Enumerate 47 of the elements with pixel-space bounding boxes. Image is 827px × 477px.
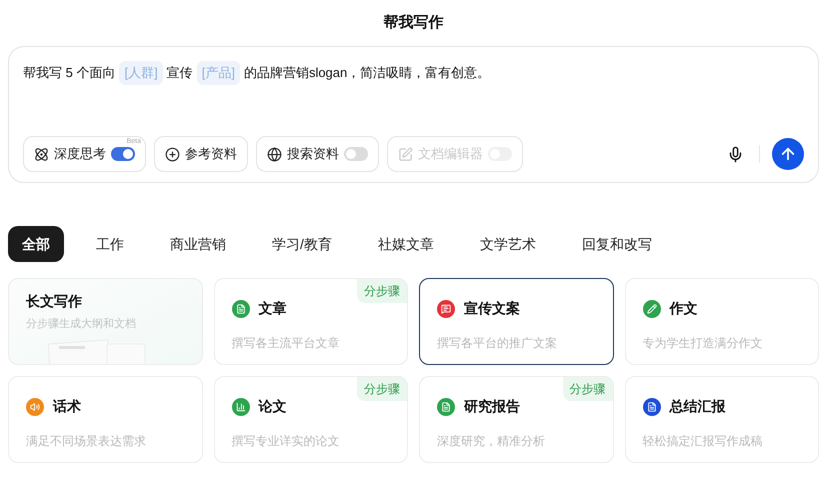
- feature-card[interactable]: 长文写作 分步骤生成大纲和文档: [8, 278, 202, 365]
- card-subtitle: 撰写专业详实的论文: [232, 433, 340, 450]
- plus-icon: [165, 146, 180, 162]
- card-subtitle: 深度研究，精准分析: [437, 433, 546, 450]
- toggle-switch[interactable]: [344, 147, 368, 161]
- card-title: 话术: [53, 397, 81, 416]
- toggle-switch[interactable]: [111, 147, 135, 161]
- category-tab[interactable]: 商业营销: [156, 226, 240, 262]
- category-tab[interactable]: 学习/教育: [258, 226, 346, 262]
- edit-icon: [398, 146, 413, 162]
- card-subtitle: 撰写各主流平台文章: [232, 335, 340, 352]
- card-title: 研究报告: [464, 397, 520, 416]
- category-tab[interactable]: 文学艺术: [466, 226, 550, 262]
- category-tab[interactable]: 工作: [82, 226, 138, 262]
- template-card[interactable]: 作文 专为学生打造满分作文: [624, 278, 819, 365]
- page-title: 帮我写作: [384, 12, 444, 33]
- template-card[interactable]: 文章 撰写各主流平台文章 分步骤: [214, 278, 408, 365]
- card-title: 作文: [670, 299, 698, 318]
- card-title: 宣传文案: [464, 299, 520, 318]
- card-subtitle: 分步骤生成大纲和文档: [26, 316, 137, 332]
- prompt-text: 的品牌营销slogan，简洁吸睛，富有创意。: [244, 64, 490, 82]
- tool-button[interactable]: 参考资料: [154, 136, 248, 172]
- template-card[interactable]: 总结汇报 轻松搞定汇报写作成稿: [624, 376, 819, 463]
- step-badge: 分步骤: [357, 377, 407, 401]
- template-card[interactable]: 话术 满足不同场景表达需求: [8, 376, 202, 463]
- card-title: 论文: [258, 397, 286, 416]
- template-card[interactable]: 研究报告 深度研究，精准分析 分步骤: [419, 376, 614, 463]
- prompt-text: 宣传: [166, 64, 193, 82]
- send-button[interactable]: [772, 138, 804, 170]
- category-tab[interactable]: 社媒文章: [364, 226, 448, 262]
- card-title: 总结汇报: [670, 397, 726, 416]
- template-card[interactable]: 宣传文案 撰写各平台的推广文案: [419, 278, 614, 365]
- step-badge: 分步骤: [562, 377, 612, 401]
- globe-icon: [267, 146, 282, 162]
- card-title: 文章: [258, 299, 286, 318]
- prompt-text: 帮我写 5 个面向: [23, 64, 116, 82]
- category-tab[interactable]: 回复和改写: [568, 226, 666, 262]
- template-card[interactable]: 论文 撰写专业详实的论文 分步骤: [214, 376, 408, 463]
- tool-button[interactable]: 搜索资料: [256, 136, 379, 172]
- atom-icon: [34, 146, 49, 162]
- card-subtitle: 专为学生打造满分作文: [642, 335, 764, 352]
- category-tab[interactable]: 全部: [8, 226, 64, 262]
- card-subtitle: 轻松搞定汇报写作成稿: [642, 433, 764, 450]
- card-subtitle: 撰写各平台的推广文案: [437, 335, 558, 352]
- card-title: 长文写作: [26, 292, 83, 311]
- step-badge: 分步骤: [357, 279, 407, 303]
- card-subtitle: 满足不同场景表达需求: [26, 433, 147, 450]
